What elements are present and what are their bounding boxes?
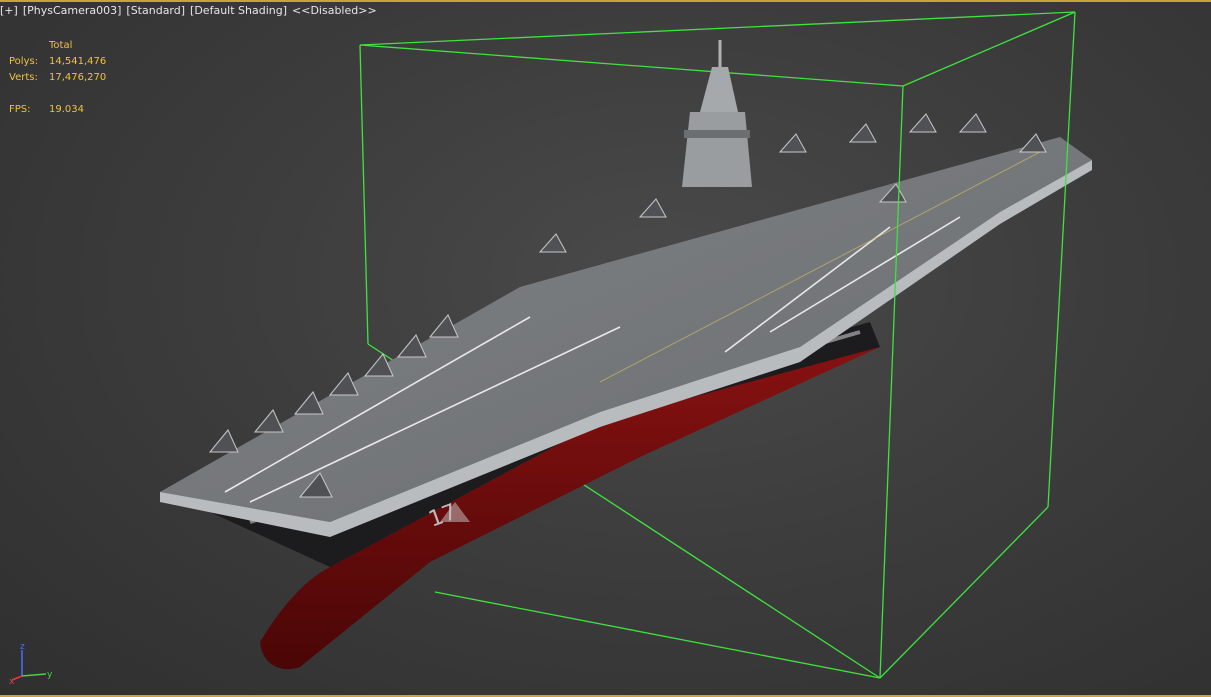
z-axis-label: z <box>20 642 25 652</box>
statistics-overlay: Total Polys: 14,541,476 Verts: 17,476,270 … <box>9 38 106 118</box>
verts-value: 17,476,270 <box>49 72 107 83</box>
viewport-label-menu: [+] [PhysCamera003] [Standard] [Default … <box>0 4 377 17</box>
fps-value: 19.034 <box>49 104 84 115</box>
y-axis-line <box>21 673 47 677</box>
polys-label: Polys: <box>9 56 39 67</box>
island-tower <box>682 40 752 187</box>
viewport-disabled-label[interactable]: <<Disabled>> <box>292 4 377 17</box>
polys-value: 14,541,476 <box>49 56 107 67</box>
perspective-viewport[interactable]: [+] [PhysCamera003] [Standard] [Default … <box>0 0 1211 697</box>
viewport-standard-label[interactable]: [Standard] <box>126 4 185 17</box>
viewport-camera-label[interactable]: [PhysCamera003] <box>23 4 122 17</box>
verts-label: Verts: <box>9 72 38 83</box>
stats-total-header: Total <box>49 40 73 51</box>
viewport-shading-label[interactable]: [Default Shading] <box>190 4 287 17</box>
fps-label: FPS: <box>9 104 31 115</box>
axis-gizmo: z x y <box>9 642 53 686</box>
flight-deck <box>160 137 1092 537</box>
viewport-plus-menu[interactable]: [+] <box>0 4 18 17</box>
y-axis-label: y <box>47 670 53 680</box>
scene-render: 17 <box>160 11 1092 679</box>
x-axis-label: x <box>9 677 15 686</box>
